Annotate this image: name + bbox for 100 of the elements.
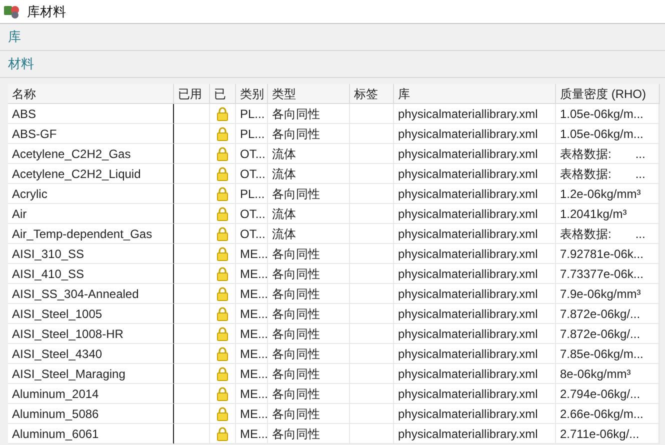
table-cell: AISI_Steel_1005	[8, 304, 174, 324]
section-label[interactable]: 材料	[8, 54, 34, 74]
column-header[interactable]: 已用	[174, 84, 210, 104]
table-cell: 各向同性	[268, 184, 350, 204]
table-cell: OT...	[236, 204, 268, 224]
table-cell: Air	[8, 204, 174, 224]
table-cell: 1.05e-06kg/m...	[556, 124, 660, 144]
table-cell: 1.2e-06kg/mm³	[556, 184, 660, 204]
table-cell: Aluminum_2014	[8, 384, 174, 404]
lock-icon	[217, 326, 228, 340]
table-cell: ME...	[236, 324, 268, 344]
table-cell: 各向同性	[268, 404, 350, 424]
table-cell: 1.2041kg/m³	[556, 204, 660, 224]
table-cell: OT...	[236, 224, 268, 244]
table-cell: physicalmateriallibrary.xml	[394, 304, 556, 324]
table-cell: ME...	[236, 384, 268, 404]
table-cell: 各向同性	[268, 324, 350, 344]
lock-icon	[217, 406, 228, 420]
table-cell: 1.05e-06kg/m...	[556, 104, 660, 124]
table-cell: 流体	[268, 224, 350, 244]
column-header[interactable]: 标签	[350, 84, 394, 104]
table-cell: PL...	[236, 184, 268, 204]
table-cell: 7.9e-06kg/mm³	[556, 284, 660, 304]
column-header[interactable]: 类别	[236, 84, 268, 104]
table-cell: physicalmateriallibrary.xml	[394, 244, 556, 264]
table-cell: 各向同性	[268, 304, 350, 324]
table-cell: AISI_Steel_4340	[8, 344, 174, 364]
table-cell: ABS	[8, 104, 174, 124]
table-cell: PL...	[236, 104, 268, 124]
table-cell: ME...	[236, 404, 268, 424]
section-label[interactable]: 库	[8, 27, 21, 47]
column-header[interactable]: 库	[394, 84, 556, 104]
table-cell: ME...	[236, 364, 268, 384]
table-cell: Aluminum_6061	[8, 424, 174, 444]
lock-icon	[217, 106, 228, 120]
table-cell: ME...	[236, 284, 268, 304]
table-cell: 各向同性	[268, 104, 350, 124]
table-cell: physicalmateriallibrary.xml	[394, 104, 556, 124]
table-cell: 各向同性	[268, 364, 350, 384]
table-cell: physicalmateriallibrary.xml	[394, 424, 556, 444]
table-cell: physicalmateriallibrary.xml	[394, 384, 556, 404]
table-cell: physicalmateriallibrary.xml	[394, 364, 556, 384]
table-cell: PL...	[236, 124, 268, 144]
table-cell: 各向同性	[268, 344, 350, 364]
column-header[interactable]: 类型	[268, 84, 350, 104]
app-icon	[4, 4, 21, 19]
table-cell: 各向同性	[268, 124, 350, 144]
table-cell: 7.73377e-06k...	[556, 264, 660, 284]
lock-icon	[217, 146, 228, 160]
table-cell: 8e-06kg/mm³	[556, 364, 660, 384]
table-cell: ME...	[236, 304, 268, 324]
table-cell: 7.92781e-06k...	[556, 244, 660, 264]
table-cell: OT...	[236, 164, 268, 184]
table-cell: ME...	[236, 344, 268, 364]
table-cell: Acetylene_C2H2_Gas	[8, 144, 174, 164]
table-cell: physicalmateriallibrary.xml	[394, 184, 556, 204]
table-cell: Air_Temp-dependent_Gas	[8, 224, 174, 244]
table-cell: 7.872e-06kg/...	[556, 304, 660, 324]
table-cell: 7.85e-06kg/m...	[556, 344, 660, 364]
lock-icon	[217, 186, 228, 200]
table-cell: physicalmateriallibrary.xml	[394, 264, 556, 284]
table-cell: physicalmateriallibrary.xml	[394, 324, 556, 344]
table-cell: 2.66e-06kg/m...	[556, 404, 660, 424]
table-cell: physicalmateriallibrary.xml	[394, 164, 556, 184]
table-cell: physicalmateriallibrary.xml	[394, 224, 556, 244]
lock-icon	[217, 306, 228, 320]
lock-icon	[217, 206, 228, 220]
table-cell: ABS-GF	[8, 124, 174, 144]
table-cell: 各向同性	[268, 244, 350, 264]
table-cell: Aluminum_5086	[8, 404, 174, 424]
lock-icon	[217, 246, 228, 260]
lock-icon	[217, 226, 228, 240]
lock-icon	[217, 286, 228, 300]
lock-icon	[217, 386, 228, 400]
table-cell: 各向同性	[268, 424, 350, 444]
lock-icon	[217, 166, 228, 180]
table-cell	[350, 104, 394, 124]
table-cell: 各向同性	[268, 284, 350, 304]
table-cell: ME...	[236, 264, 268, 284]
table-cell: 2.711e-06kg/...	[556, 424, 660, 444]
table-cell: physicalmateriallibrary.xml	[394, 204, 556, 224]
table-cell: physicalmateriallibrary.xml	[394, 344, 556, 364]
table-cell: 流体	[268, 144, 350, 164]
table-cell: 各向同性	[268, 384, 350, 404]
lock-icon	[217, 366, 228, 380]
column-header[interactable]: 已	[210, 84, 236, 104]
table-cell: OT...	[236, 144, 268, 164]
column-header[interactable]: 质量密度 (RHO)	[556, 84, 660, 104]
table-cell: 表格数据: ...	[556, 164, 660, 184]
lock-icon	[217, 346, 228, 360]
table-cell: 表格数据: ...	[556, 224, 660, 244]
table-cell: physicalmateriallibrary.xml	[394, 404, 556, 424]
table-cell: AISI_SS_304-Annealed	[8, 284, 174, 304]
table-cell: AISI_310_SS	[8, 244, 174, 264]
table-cell: 流体	[268, 164, 350, 184]
table-cell: physicalmateriallibrary.xml	[394, 144, 556, 164]
table-cell: Acetylene_C2H2_Liquid	[8, 164, 174, 184]
column-header[interactable]: 名称	[8, 84, 174, 104]
table-cell: physicalmateriallibrary.xml	[394, 124, 556, 144]
table-cell: 流体	[268, 204, 350, 224]
